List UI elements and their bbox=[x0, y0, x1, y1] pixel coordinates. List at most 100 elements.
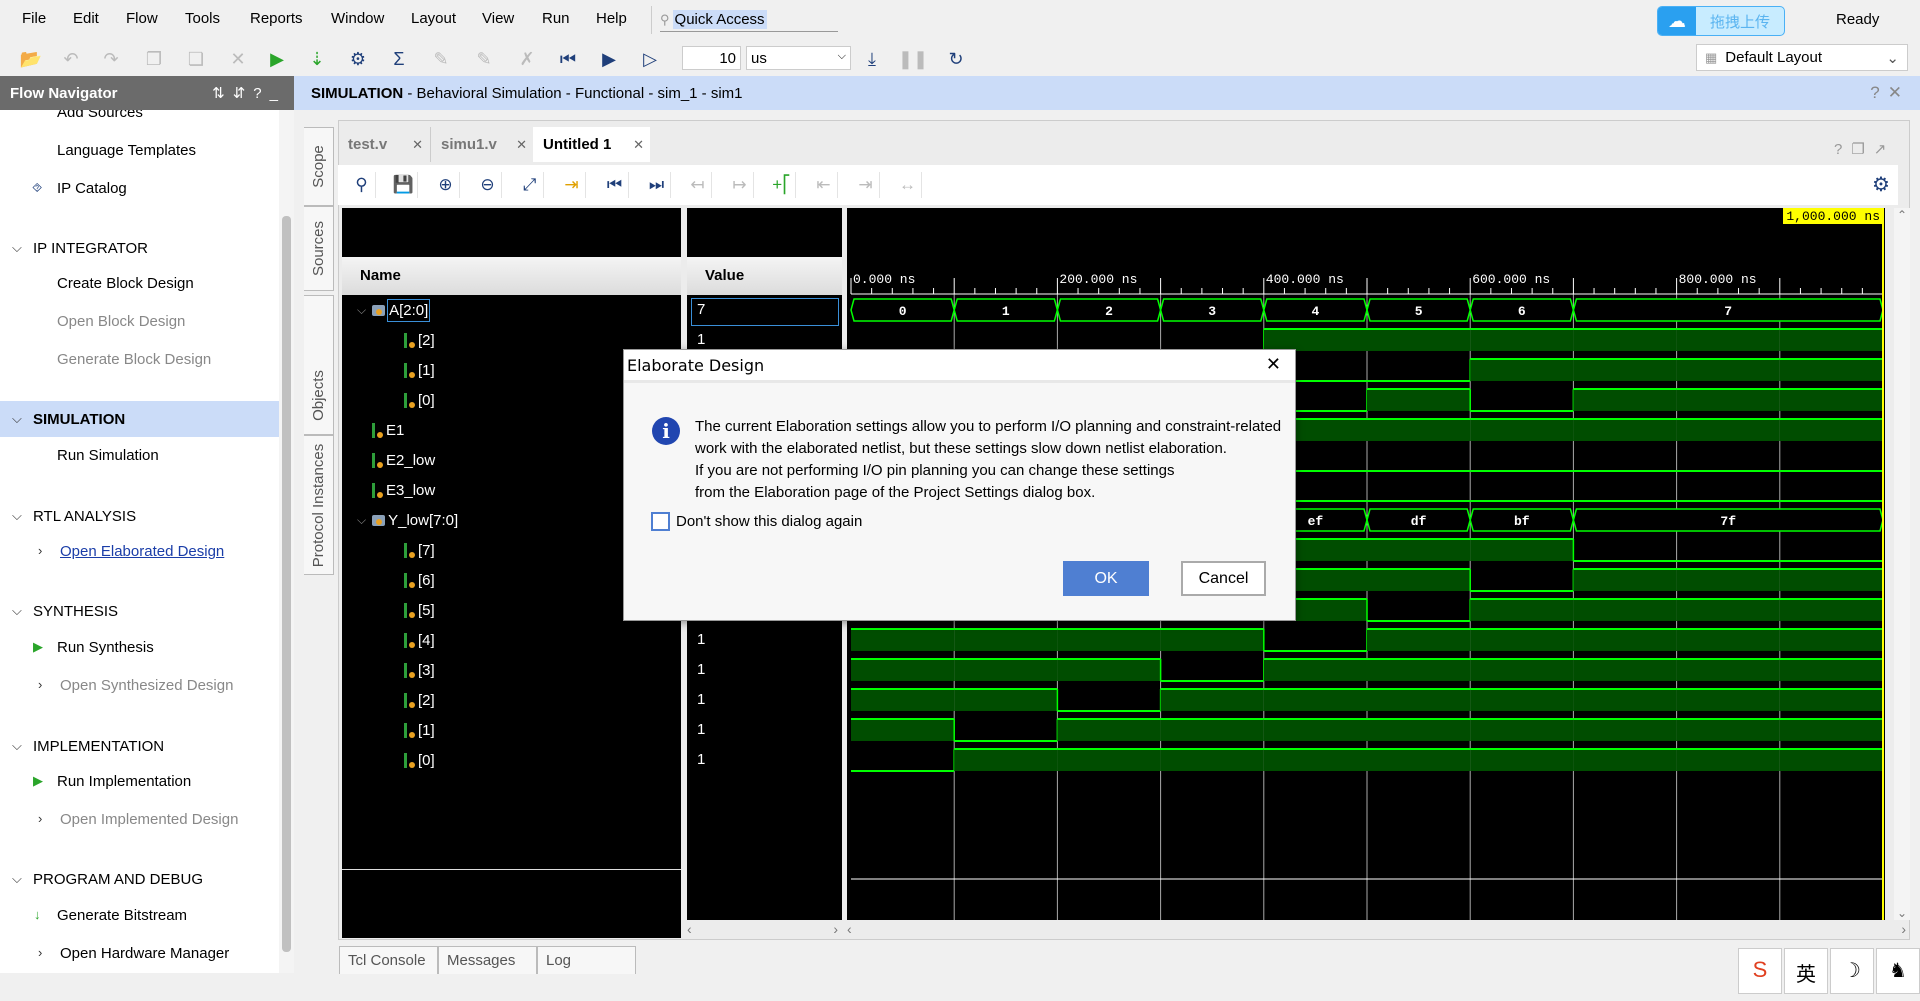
nav-item-ip-catalog[interactable]: IP Catalog bbox=[57, 180, 127, 197]
menu-run[interactable]: Run bbox=[542, 10, 570, 27]
go-to-start-icon[interactable]: ⏮ bbox=[601, 172, 629, 198]
close-icon[interactable]: ✕ bbox=[516, 137, 527, 153]
signal-row[interactable]: [4] bbox=[404, 625, 435, 655]
ok-button[interactable]: OK bbox=[1063, 561, 1149, 596]
dont-show-checkbox-row[interactable]: Don't show this dialog again bbox=[651, 512, 862, 531]
menu-view[interactable]: View bbox=[482, 10, 514, 27]
nav-scrollbar[interactable] bbox=[279, 110, 294, 973]
scrollbar-thumb[interactable] bbox=[282, 216, 291, 952]
zoom-fit-icon[interactable]: ⤢ bbox=[516, 172, 544, 198]
settings-icon[interactable]: ⚙ bbox=[345, 46, 371, 72]
chevron-right-icon[interactable]: › bbox=[38, 677, 42, 692]
tab-tcl-console[interactable]: Tcl Console bbox=[339, 946, 438, 974]
menu-tools[interactable]: Tools bbox=[185, 10, 220, 27]
nav-item-open-implemented-design[interactable]: Open Implemented Design bbox=[60, 811, 238, 828]
chevron-down-icon[interactable]: ⌵ bbox=[12, 871, 22, 887]
nav-item-open-block-design[interactable]: Open Block Design bbox=[57, 313, 185, 330]
next-transition-icon[interactable]: ↦ bbox=[726, 172, 754, 198]
add-marker-icon[interactable]: +⎡ bbox=[768, 172, 796, 198]
redo-icon[interactable]: ↷ bbox=[98, 46, 124, 72]
paste-icon[interactable]: ❏ bbox=[183, 46, 209, 72]
open-project-icon[interactable]: 📂 bbox=[18, 46, 44, 72]
menu-help[interactable]: Help bbox=[596, 10, 627, 27]
menu-file[interactable]: File bbox=[22, 10, 46, 27]
nav-item-open-elaborated-design[interactable]: Open Elaborated Design bbox=[60, 543, 224, 560]
menu-layout[interactable]: Layout bbox=[411, 10, 456, 27]
tool2-icon[interactable]: ✎ bbox=[471, 46, 497, 72]
layout-select[interactable]: ▦ Default Layout ⌄ bbox=[1696, 44, 1908, 71]
run-icon[interactable]: ▶ bbox=[264, 46, 290, 72]
nav-item-program-and-debug[interactable]: PROGRAM AND DEBUG bbox=[33, 871, 203, 888]
undo-icon[interactable]: ↶ bbox=[58, 46, 84, 72]
tab-untitled-1[interactable]: Untitled 1 ✕ bbox=[533, 127, 650, 162]
chevron-down-icon[interactable]: ⌵ bbox=[12, 603, 22, 619]
sogou-icon[interactable]: S bbox=[1738, 948, 1782, 994]
zoom-in-icon[interactable]: ⊕ bbox=[432, 172, 460, 198]
nav-item-rtl-analysis[interactable]: RTL ANALYSIS bbox=[33, 508, 136, 525]
signal-row[interactable]: [0] bbox=[404, 385, 435, 415]
signal-row[interactable]: [0] bbox=[404, 745, 435, 775]
run-time-input[interactable] bbox=[682, 46, 741, 70]
signal-row[interactable]: [2] bbox=[404, 325, 435, 355]
panel-controls-icon[interactable]: ⇅⇵?_ bbox=[212, 84, 286, 102]
close-icon[interactable]: ✕ bbox=[633, 137, 644, 153]
nav-item-simulation[interactable]: SIMULATION bbox=[33, 411, 125, 428]
wave-horizontal-scrollbar[interactable]: ‹ › bbox=[847, 921, 1910, 937]
swap-cursors-icon[interactable]: ↔ bbox=[894, 172, 922, 198]
signal-row[interactable]: ⌵ Y_low[7:0] bbox=[357, 505, 458, 535]
close-icon[interactable]: ✕ bbox=[1266, 354, 1281, 375]
quick-access-search[interactable]: ⚲ Quick Access bbox=[660, 8, 838, 32]
signal-row[interactable]: [5] bbox=[404, 595, 435, 625]
signal-row[interactable]: [2] bbox=[404, 685, 435, 715]
tab-objects[interactable]: Objects bbox=[304, 295, 334, 435]
tab-log[interactable]: Log bbox=[537, 946, 636, 974]
nav-item-generate-bitstream[interactable]: Generate Bitstream bbox=[57, 907, 187, 924]
signal-row[interactable]: [1] bbox=[404, 355, 435, 385]
search-icon[interactable]: ⚲ bbox=[348, 172, 376, 198]
menu-flow[interactable]: Flow bbox=[126, 10, 158, 27]
tab-test-v[interactable]: test.v ✕ bbox=[338, 127, 429, 162]
value-column-header[interactable]: Value bbox=[687, 257, 842, 295]
signal-row[interactable]: ⌵ A[2:0] bbox=[357, 295, 431, 325]
english-mode-icon[interactable]: 英 bbox=[1784, 948, 1828, 994]
name-column-header[interactable]: Name bbox=[342, 257, 681, 295]
nav-item-open-synthesized-design[interactable]: Open Synthesized Design bbox=[60, 677, 233, 694]
chevron-down-icon[interactable]: ⌵ bbox=[357, 303, 366, 318]
nav-item-run-implementation[interactable]: Run Implementation bbox=[57, 773, 191, 790]
signal-row[interactable]: E3_low bbox=[372, 475, 435, 505]
value-scrollbar[interactable]: ‹ › bbox=[687, 921, 842, 937]
chevron-down-icon[interactable]: ⌵ bbox=[12, 240, 22, 256]
window-controls-icon[interactable]: ?❐↗ bbox=[1834, 140, 1895, 158]
run-for-icon[interactable]: ▷ bbox=[637, 46, 663, 72]
signal-row[interactable]: E1 bbox=[372, 415, 404, 445]
tool-icon[interactable]: ✎ bbox=[428, 46, 454, 72]
run-all-icon[interactable]: ▶ bbox=[596, 46, 622, 72]
chevron-down-icon[interactable]: ⌵ bbox=[12, 411, 22, 427]
cancel-button[interactable]: Cancel bbox=[1181, 561, 1266, 596]
signal-row[interactable]: [1] bbox=[404, 715, 435, 745]
step-icon[interactable]: ⤓ bbox=[859, 46, 885, 72]
signal-row[interactable]: [3] bbox=[404, 655, 435, 685]
run-time-unit-select[interactable]: us ⌵ bbox=[746, 46, 851, 70]
nav-item-generate-block-design[interactable]: Generate Block Design bbox=[57, 351, 211, 368]
tab-sources[interactable]: Sources bbox=[304, 206, 334, 291]
pause-icon[interactable]: ❚❚ bbox=[898, 46, 928, 72]
signal-row[interactable]: E2_low bbox=[372, 445, 435, 475]
go-to-cursor-icon[interactable]: ⇥ bbox=[558, 172, 586, 198]
bitstream-icon[interactable]: ⇣ bbox=[304, 46, 330, 72]
chevron-right-icon[interactable]: › bbox=[38, 811, 42, 826]
tab-scope[interactable]: Scope bbox=[304, 127, 334, 206]
chevron-right-icon[interactable]: › bbox=[38, 543, 42, 558]
restart-icon[interactable]: ⏮ bbox=[555, 46, 581, 72]
zoom-out-icon[interactable]: ⊖ bbox=[474, 172, 502, 198]
previous-marker-icon[interactable]: ⇤ bbox=[810, 172, 838, 198]
delete-icon[interactable]: ✕ bbox=[225, 46, 251, 72]
nav-item-synthesis[interactable]: SYNTHESIS bbox=[33, 603, 118, 620]
tab-simu1-v[interactable]: simu1.v ✕ bbox=[430, 127, 533, 162]
tool3-icon[interactable]: ✗ bbox=[514, 46, 540, 72]
gear-icon[interactable]: ⚙ bbox=[1872, 172, 1890, 197]
menu-edit[interactable]: Edit bbox=[73, 10, 99, 27]
nav-item-run-simulation[interactable]: Run Simulation bbox=[57, 447, 159, 464]
nav-item-create-block-design[interactable]: Create Block Design bbox=[57, 275, 194, 292]
chevron-down-icon[interactable]: ⌵ bbox=[12, 738, 22, 754]
